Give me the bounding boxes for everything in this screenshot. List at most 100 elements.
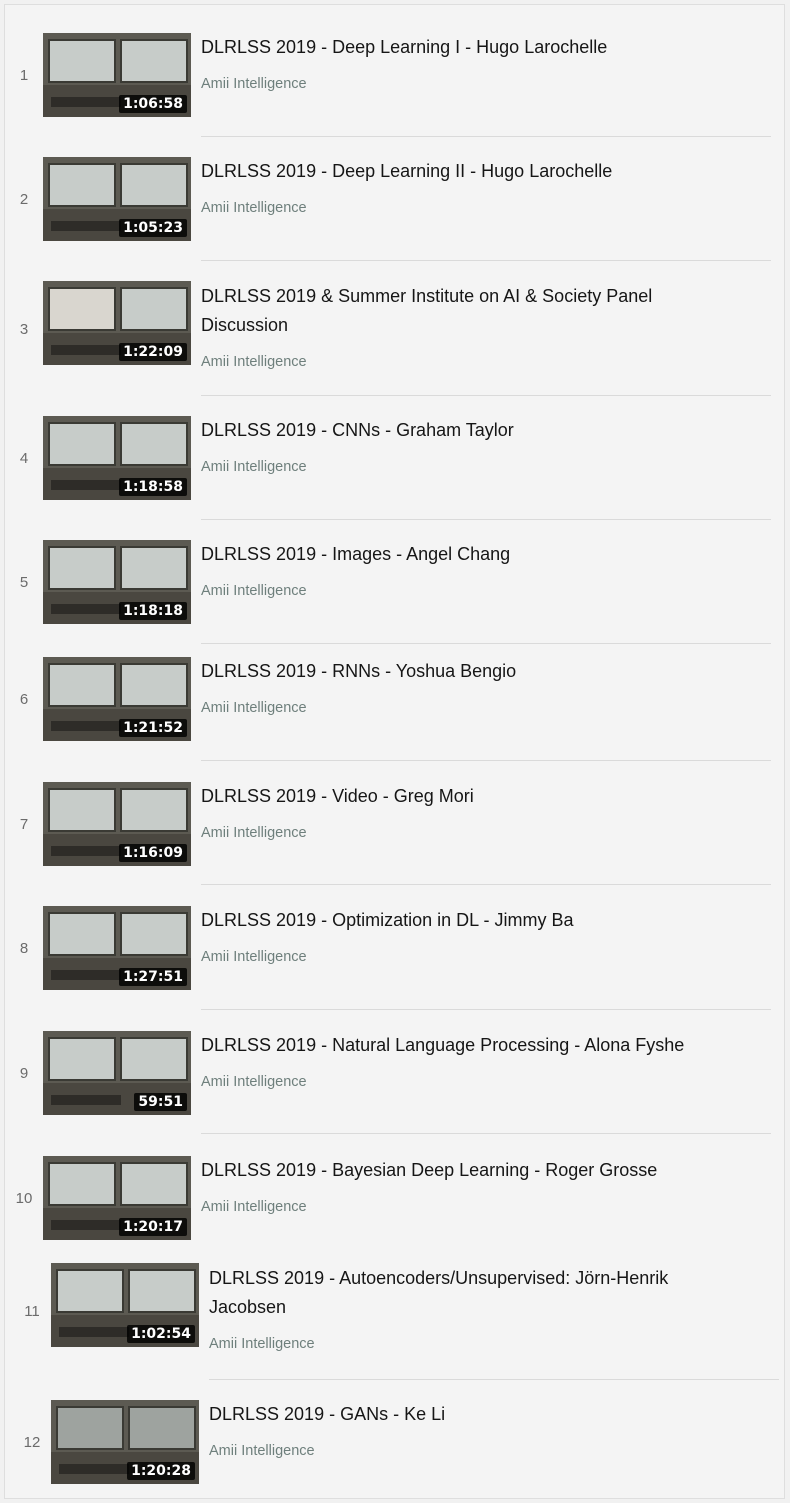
divider [201,1133,771,1134]
duration-badge: 1:02:54 [127,1325,195,1343]
video-thumbnail[interactable]: 1:20:17 [43,1156,191,1240]
playlist-panel: 1 1:06:58 DLRLSS 2019 - Deep Learning I … [4,4,785,1499]
divider [201,1009,771,1010]
channel-name[interactable]: Amii Intelligence [201,76,307,92]
divider [201,260,771,261]
video-thumbnail[interactable]: 1:06:58 [43,33,191,117]
slide-screen-left [48,287,116,331]
item-index: 6 [19,691,29,708]
slide-screen-left [56,1269,124,1313]
item-index: 9 [19,1065,29,1082]
divider [201,643,771,644]
video-thumbnail[interactable]: 1:20:28 [51,1400,199,1484]
video-title[interactable]: DLRLSS 2019 - Video - Greg Mori [201,782,741,811]
slide-screen-right [120,663,188,707]
divider [209,1379,779,1380]
video-title[interactable]: DLRLSS 2019 - GANs - Ke Li [209,1400,749,1429]
channel-name[interactable]: Amii Intelligence [201,1199,307,1215]
divider [201,884,771,885]
slide-screen-right [120,422,188,466]
channel-name[interactable]: Amii Intelligence [209,1336,315,1352]
slide-screen-left [48,163,116,207]
channel-name[interactable]: Amii Intelligence [201,583,307,599]
video-thumbnail[interactable]: 1:22:09 [43,281,191,365]
video-thumbnail[interactable]: 1:18:58 [43,416,191,500]
duration-badge: 1:20:28 [127,1462,195,1480]
video-thumbnail[interactable]: 1:18:18 [43,540,191,624]
channel-name[interactable]: Amii Intelligence [201,200,307,216]
video-thumbnail[interactable]: 1:16:09 [43,782,191,866]
channel-name[interactable]: Amii Intelligence [201,1074,307,1090]
slide-screen-right [120,546,188,590]
slide-screen-right [120,163,188,207]
video-thumbnail[interactable]: 59:51 [43,1031,191,1115]
stage-desk [51,721,121,731]
video-title[interactable]: DLRLSS 2019 - Optimization in DL - Jimmy… [201,906,741,935]
slide-screen-right [120,1037,188,1081]
stage-desk [51,846,121,856]
slide-screen-right [120,287,188,331]
duration-badge: 1:05:23 [119,219,187,237]
stage-desk [51,970,121,980]
stage-desk [51,480,121,490]
slide-screen-right [120,788,188,832]
slide-screen-left [48,1037,116,1081]
duration-badge: 1:16:09 [119,844,187,862]
slide-screen-left [48,546,116,590]
duration-badge: 1:20:17 [119,1218,187,1236]
stage-desk [59,1327,129,1337]
video-title[interactable]: DLRLSS 2019 & Summer Institute on AI & S… [201,282,701,340]
video-thumbnail[interactable]: 1:21:52 [43,657,191,741]
item-index: 1 [19,67,29,84]
divider [201,395,771,396]
channel-name[interactable]: Amii Intelligence [201,459,307,475]
item-index: 7 [19,816,29,833]
video-title[interactable]: DLRLSS 2019 - Autoencoders/Unsupervised:… [209,1264,729,1322]
slide-screen-left [48,39,116,83]
channel-name[interactable]: Amii Intelligence [201,354,307,370]
video-title[interactable]: DLRLSS 2019 - CNNs - Graham Taylor [201,416,741,445]
video-title[interactable]: DLRLSS 2019 - Deep Learning II - Hugo La… [201,157,741,186]
channel-name[interactable]: Amii Intelligence [201,825,307,841]
channel-name[interactable]: Amii Intelligence [201,700,307,716]
divider [201,519,771,520]
stage-desk [51,604,121,614]
slide-screen-left [48,788,116,832]
item-index: 8 [19,940,29,957]
divider [201,136,771,137]
item-index: 5 [19,574,29,591]
channel-name[interactable]: Amii Intelligence [209,1443,315,1459]
slide-screen-left [48,1162,116,1206]
slide-screen-right [120,912,188,956]
slide-screen-right [128,1269,196,1313]
item-index: 12 [23,1434,41,1451]
divider [201,760,771,761]
video-title[interactable]: DLRLSS 2019 - Bayesian Deep Learning - R… [201,1156,741,1185]
slide-screen-left [48,912,116,956]
duration-badge: 1:18:18 [119,602,187,620]
item-index: 10 [15,1190,33,1207]
stage-desk [51,1095,121,1105]
duration-badge: 1:22:09 [119,343,187,361]
stage-desk [51,1220,121,1230]
channel-name[interactable]: Amii Intelligence [201,949,307,965]
slide-screen-left [48,422,116,466]
item-index: 11 [24,1303,40,1320]
stage-desk [51,97,121,107]
duration-badge: 1:27:51 [119,968,187,986]
duration-badge: 1:21:52 [119,719,187,737]
video-title[interactable]: DLRLSS 2019 - Natural Language Processin… [201,1031,741,1060]
video-title[interactable]: DLRLSS 2019 - RNNs - Yoshua Bengio [201,657,741,686]
duration-badge: 1:06:58 [119,95,187,113]
video-thumbnail[interactable]: 1:27:51 [43,906,191,990]
video-thumbnail[interactable]: 1:02:54 [51,1263,199,1347]
slide-screen-right [120,39,188,83]
video-title[interactable]: DLRLSS 2019 - Deep Learning I - Hugo Lar… [201,33,741,62]
video-thumbnail[interactable]: 1:05:23 [43,157,191,241]
slide-screen-left [56,1406,124,1450]
video-title[interactable]: DLRLSS 2019 - Images - Angel Chang [201,540,741,569]
duration-badge: 59:51 [134,1093,187,1111]
duration-badge: 1:18:58 [119,478,187,496]
stage-desk [59,1464,129,1474]
stage-desk [51,221,121,231]
